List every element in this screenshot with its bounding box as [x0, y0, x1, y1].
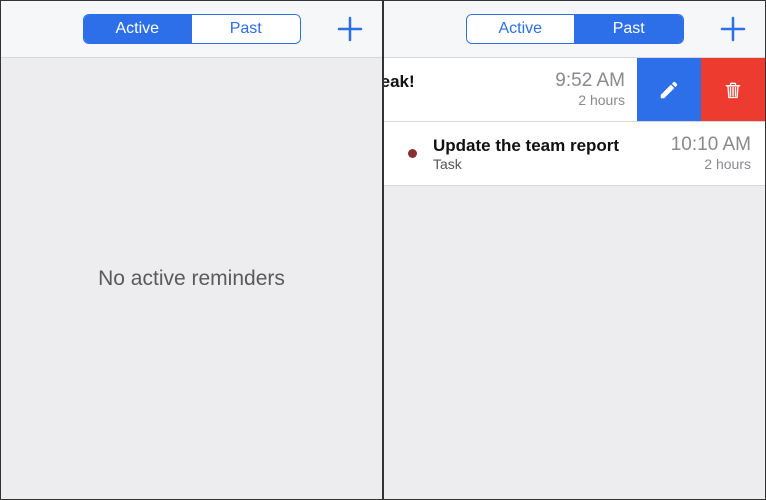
plus-icon — [719, 15, 747, 43]
reminder-title: Update the team report — [433, 136, 671, 156]
list-item-content: reak! 9:52 AM 2 hours — [384, 58, 637, 121]
reminder-time: 9:52 AM — [555, 71, 625, 92]
toolbar: Active Past — [1, 1, 382, 58]
text-column: Update the team report Task — [433, 136, 671, 172]
tab-active[interactable]: Active — [84, 15, 192, 43]
panel-active: Active Past No active reminders — [0, 0, 383, 500]
edit-button[interactable] — [637, 58, 701, 121]
add-button[interactable] — [336, 15, 364, 43]
list-body: reak! 9:52 AM 2 hours Update the team re… — [384, 58, 765, 499]
reminder-duration: 2 hours — [671, 156, 751, 172]
segmented-control: Active Past — [83, 14, 301, 44]
plus-icon — [336, 15, 364, 43]
reminder-duration: 2 hours — [555, 92, 625, 108]
reminder-list: reak! 9:52 AM 2 hours Update the team re… — [384, 58, 765, 186]
list-item[interactable]: reak! 9:52 AM 2 hours — [384, 58, 765, 122]
reminder-subtitle: Task — [433, 156, 671, 172]
pencil-icon — [658, 79, 680, 101]
empty-state-text: No active reminders — [98, 267, 285, 291]
time-column: 9:52 AM 2 hours — [555, 71, 625, 108]
trash-icon — [723, 79, 743, 101]
tab-past[interactable]: Past — [574, 15, 683, 43]
reminder-time: 10:10 AM — [671, 135, 751, 156]
reminder-title: reak! — [384, 72, 415, 92]
status-dot-icon — [408, 149, 417, 158]
panel-past: Active Past reak! 9:52 AM 2 hours — [383, 0, 766, 500]
toolbar: Active Past — [384, 1, 765, 58]
time-column: 10:10 AM 2 hours — [671, 135, 751, 172]
add-button[interactable] — [719, 15, 747, 43]
tab-past[interactable]: Past — [191, 15, 300, 43]
list-body: No active reminders — [1, 58, 382, 499]
segmented-control: Active Past — [466, 14, 684, 44]
delete-button[interactable] — [701, 58, 765, 121]
list-item[interactable]: Update the team report Task 10:10 AM 2 h… — [384, 122, 765, 186]
tab-active[interactable]: Active — [467, 15, 575, 43]
